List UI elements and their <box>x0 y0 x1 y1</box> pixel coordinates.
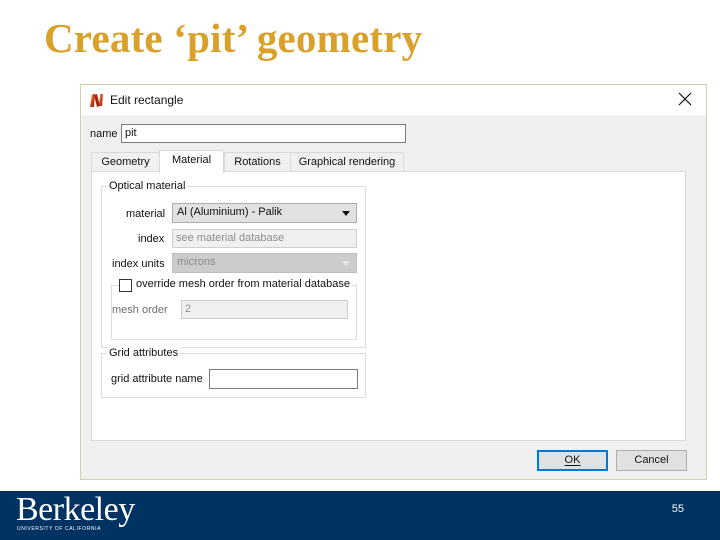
cancel-button[interactable]: Cancel <box>616 450 687 471</box>
slide-title: Create ‘pit’ geometry <box>44 15 423 61</box>
override-mesh-order-label[interactable]: override mesh order from material databa… <box>134 278 352 290</box>
tab-material[interactable]: Material <box>159 150 224 173</box>
grid-attributes-title: Grid attributes <box>107 347 181 359</box>
ok-button-label: OK <box>564 454 581 466</box>
dialog-title: Edit rectangle <box>110 93 184 107</box>
material-tab-panel: Optical material material Al (Aluminium)… <box>91 171 686 441</box>
tab-rotations[interactable]: Rotations <box>224 152 291 172</box>
mesh-order-label: mesh order <box>112 304 168 316</box>
material-dropdown[interactable]: Al (Aluminium) - Palik <box>172 203 357 223</box>
cancel-button-label: Cancel <box>634 454 669 466</box>
lumerical-icon <box>89 92 105 108</box>
berkeley-logo: Berkeley UNIVERSITY OF CALIFORNIA <box>16 491 135 533</box>
ok-button[interactable]: OK <box>537 450 608 471</box>
page-number: 55 <box>671 503 684 515</box>
optical-material-group: Optical material material Al (Aluminium)… <box>101 180 366 348</box>
tab-geometry[interactable]: Geometry <box>91 152 160 172</box>
tab-graphical-rendering[interactable]: Graphical rendering <box>290 152 404 172</box>
mesh-order-input[interactable]: 2 <box>181 300 348 319</box>
material-label: material <box>126 208 166 220</box>
slide-footer: Berkeley UNIVERSITY OF CALIFORNIA 55 <box>0 491 720 540</box>
material-value: Al (Aluminium) - Palik <box>177 206 283 218</box>
index-units-value: microns <box>177 256 216 268</box>
grid-attributes-group: Grid attributes grid attribute name <box>101 347 366 398</box>
chevron-down-icon <box>342 261 350 266</box>
index-input[interactable]: see material database <box>172 229 357 248</box>
name-input[interactable]: pit <box>121 124 406 143</box>
logo-word: Berkeley <box>16 491 135 528</box>
close-icon[interactable] <box>676 90 694 108</box>
index-units-label: index units <box>112 258 165 270</box>
index-label: index <box>138 233 165 245</box>
chevron-down-icon <box>342 211 350 216</box>
mesh-order-group: override mesh order from material databa… <box>111 278 357 340</box>
override-mesh-order-checkbox[interactable] <box>119 279 132 292</box>
grid-attribute-name-input[interactable] <box>209 369 358 389</box>
index-units-dropdown[interactable]: microns <box>172 253 357 273</box>
grid-attribute-name-label: grid attribute name <box>111 373 203 385</box>
optical-material-title: Optical material <box>107 180 188 192</box>
name-label: name <box>90 128 118 140</box>
edit-rectangle-dialog: Edit rectangle name pit Geometry Materia… <box>80 84 707 480</box>
dialog-titlebar[interactable]: Edit rectangle <box>81 85 706 115</box>
